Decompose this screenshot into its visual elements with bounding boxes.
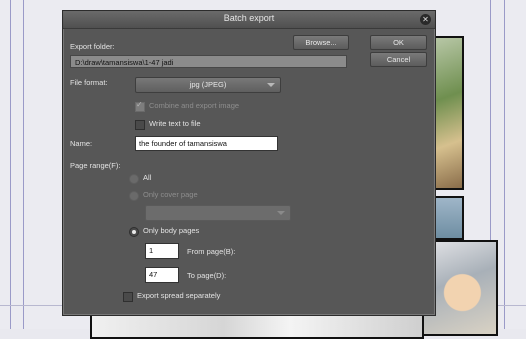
combine-checkbox[interactable]: ✓: [135, 100, 145, 112]
close-icon[interactable]: ✕: [420, 14, 431, 25]
export-folder-label: Export folder:: [70, 42, 115, 51]
file-format-select[interactable]: jpg (JPEG): [135, 77, 281, 93]
write-text-checkbox[interactable]: [135, 120, 145, 130]
ok-button[interactable]: OK: [370, 35, 427, 50]
cover-page-select[interactable]: [145, 205, 291, 221]
dialog-title: Batch export: [223, 13, 275, 23]
guide-line: [23, 0, 24, 329]
file-format-value: jpg (JPEG): [189, 80, 227, 89]
from-page-label: From page(B):: [187, 247, 236, 256]
page-range-label: Page range(F):: [70, 161, 121, 170]
check-icon: ✓: [136, 100, 143, 109]
guide-line: [0, 305, 62, 306]
batch-export-dialog: Batch export ✕ Export folder: D:\draw\ta…: [62, 10, 436, 316]
guide-line: [10, 0, 11, 329]
range-all-label: All: [143, 173, 152, 182]
browse-button[interactable]: Browse...: [293, 35, 349, 50]
from-page-input[interactable]: 1: [145, 243, 179, 259]
cancel-button[interactable]: Cancel: [370, 52, 427, 67]
range-body-label: Only body pages: [143, 226, 200, 235]
range-all-radio[interactable]: [129, 174, 139, 184]
export-spread-checkbox[interactable]: [123, 292, 133, 302]
chevron-down-icon: [277, 211, 285, 215]
guide-line: [504, 0, 505, 329]
export-spread-label: Export spread separately: [137, 291, 221, 300]
to-page-input[interactable]: 47: [145, 267, 179, 283]
to-page-label: To page(D):: [187, 271, 227, 280]
name-input[interactable]: the founder of tamansiswa: [135, 136, 278, 151]
name-label: Name:: [70, 139, 93, 148]
export-folder-field[interactable]: D:\draw\tamansiswa\1-47 jadi: [70, 55, 347, 68]
file-format-label: File format:: [70, 78, 108, 87]
range-body-radio[interactable]: [129, 227, 139, 237]
chevron-down-icon: [267, 83, 275, 87]
dialog-titlebar[interactable]: Batch export ✕: [63, 11, 435, 29]
write-text-label: Write text to file: [149, 119, 201, 128]
range-cover-label: Only cover page: [143, 190, 198, 199]
range-cover-radio[interactable]: [129, 191, 139, 201]
combine-label: Combine and export image: [149, 101, 240, 110]
